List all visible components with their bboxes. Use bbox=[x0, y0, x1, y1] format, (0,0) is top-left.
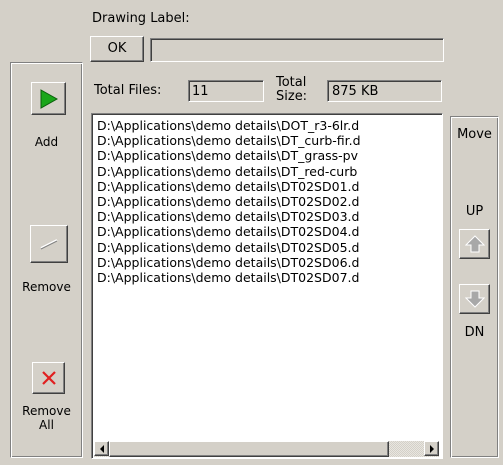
scroll-right-icon bbox=[429, 444, 434, 453]
move-panel: Move UP DN bbox=[450, 116, 499, 458]
up-label: UP bbox=[465, 204, 484, 219]
file-list-item[interactable]: D:\Applications\demo details\DOT_r3-6lr.… bbox=[97, 118, 437, 133]
scroll-left-icon bbox=[99, 444, 104, 453]
scroll-left-button[interactable] bbox=[94, 441, 109, 456]
file-list-item[interactable]: D:\Applications\demo details\DT02SD01.d bbox=[97, 179, 437, 194]
total-size-label-line2: Size: bbox=[276, 89, 308, 104]
total-size-value: 875 KB bbox=[327, 80, 442, 102]
move-down-button[interactable] bbox=[459, 284, 490, 314]
total-files-value: 11 bbox=[188, 80, 264, 102]
remove-all-label-line2: All bbox=[39, 418, 54, 432]
remove-button[interactable] bbox=[30, 225, 68, 263]
file-list-item[interactable]: D:\Applications\demo details\DT02SD02.d bbox=[97, 194, 437, 209]
scroll-right-button[interactable] bbox=[424, 441, 439, 456]
file-list[interactable]: D:\Applications\demo details\DOT_r3-6lr.… bbox=[91, 113, 443, 459]
drawing-label-caption: Drawing Label: bbox=[92, 11, 190, 26]
file-list-item[interactable]: D:\Applications\demo details\DT_curb-fir… bbox=[97, 133, 437, 148]
remove-all-button[interactable] bbox=[32, 362, 65, 394]
file-list-item[interactable]: D:\Applications\demo details\DT02SD03.d bbox=[97, 209, 437, 224]
ok-button[interactable]: OK bbox=[90, 36, 144, 62]
horizontal-scrollbar[interactable] bbox=[94, 441, 439, 457]
file-list-items: D:\Applications\demo details\DOT_r3-6lr.… bbox=[97, 118, 437, 285]
remove-all-label-line1: Remove bbox=[22, 404, 71, 418]
file-list-item[interactable]: D:\Applications\demo details\DT_grass-pv bbox=[97, 148, 437, 163]
file-list-item[interactable]: D:\Applications\demo details\DT_red-curb bbox=[97, 164, 437, 179]
add-label: Add bbox=[34, 135, 59, 149]
left-toolbar: Add Remove Remove All bbox=[10, 62, 83, 458]
scroll-thumb[interactable] bbox=[109, 441, 389, 457]
x-icon bbox=[41, 371, 56, 385]
arrow-down-icon bbox=[464, 290, 485, 308]
total-files-label: Total Files: bbox=[94, 83, 162, 98]
move-title: Move bbox=[457, 127, 492, 142]
file-list-item[interactable]: D:\Applications\demo details\DT02SD04.d bbox=[97, 224, 437, 239]
arrow-up-icon bbox=[464, 235, 485, 253]
play-arrow-icon bbox=[40, 88, 58, 109]
slash-icon bbox=[40, 239, 58, 250]
move-up-button[interactable] bbox=[459, 229, 490, 259]
remove-all-label: Remove All bbox=[11, 404, 82, 432]
add-button[interactable] bbox=[31, 82, 66, 115]
file-list-item[interactable]: D:\Applications\demo details\DT02SD05.d bbox=[97, 240, 437, 255]
total-size-label-line1: Total bbox=[276, 75, 307, 90]
remove-label: Remove bbox=[22, 280, 71, 294]
drawing-label-input[interactable] bbox=[150, 38, 444, 62]
total-size-label: Total Size: bbox=[276, 76, 307, 104]
file-list-item[interactable]: D:\Applications\demo details\DT02SD06.d bbox=[97, 255, 437, 270]
file-list-item[interactable]: D:\Applications\demo details\DT02SD07.d bbox=[97, 270, 437, 285]
dn-label: DN bbox=[464, 325, 485, 340]
